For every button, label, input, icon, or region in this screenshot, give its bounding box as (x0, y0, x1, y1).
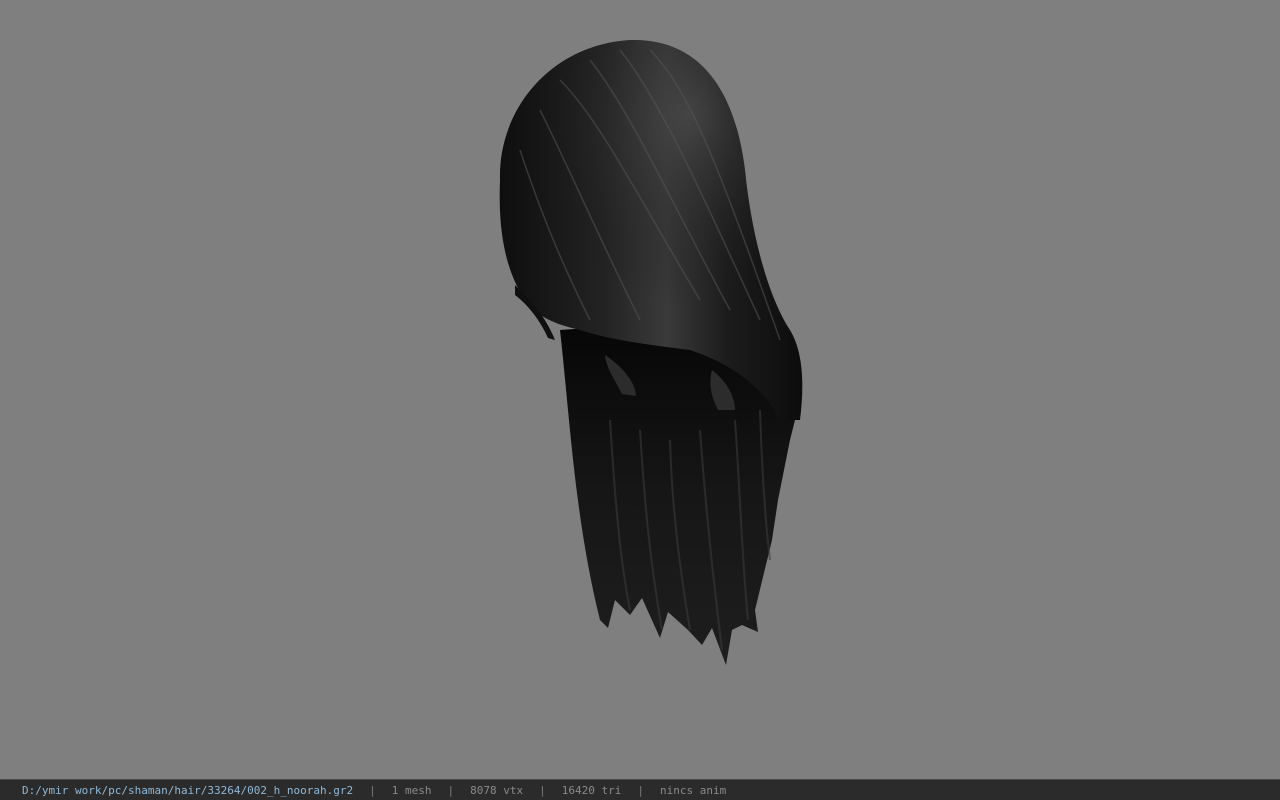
status-bar: D:/ymir work/pc/shaman/hair/33264/002_h_… (0, 779, 1280, 800)
mesh-count-label: 1 mesh (391, 783, 432, 797)
animation-status-label: nincs anim (659, 783, 727, 797)
status-separator: | (539, 783, 546, 797)
triangle-count-label: 16420 tri (561, 783, 622, 797)
hair-model-render (499, 39, 803, 665)
status-separator: | (369, 783, 376, 797)
3d-viewport[interactable] (0, 0, 1280, 779)
file-path-label: D:/ymir work/pc/shaman/hair/33264/002_h_… (22, 783, 354, 797)
status-separator: | (447, 783, 455, 797)
vertex-count-label: 8078 vtx (470, 783, 524, 797)
model-viewer-window: D:/ymir work/pc/shaman/hair/33264/002_h_… (0, 0, 1280, 800)
status-separator: | (637, 783, 644, 797)
